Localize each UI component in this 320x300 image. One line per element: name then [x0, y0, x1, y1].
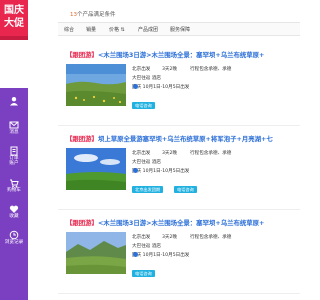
quick-nav-favorites[interactable]: 收藏	[0, 202, 28, 228]
product-title[interactable]: 【跟团游】<木兰围场3日游>木兰围场全景：塞罕坝+乌兰布统草原+	[66, 50, 302, 59]
user-icon	[10, 97, 18, 106]
product-tag: 【跟团游】	[66, 135, 98, 143]
product-thumbnail[interactable]	[66, 232, 126, 274]
quick-nav-history[interactable]: 浏览记录	[0, 228, 28, 254]
sort-arrow-icon: ⇅	[119, 27, 125, 33]
result-count-suffix: 个产品满足条件	[77, 12, 116, 18]
tab-overall[interactable]: 综合	[64, 26, 74, 33]
quick-nav-messages[interactable]: 消息	[0, 118, 28, 144]
phone-consult-button[interactable]: 电话咨询	[132, 270, 155, 277]
logo-line2: 大促	[4, 18, 24, 29]
departure-dates-text: 国庆 10月1日-10月5日出发	[132, 253, 190, 258]
tab-price-label: 价格	[109, 27, 120, 33]
departure-dates-text: 国庆 10月1日-10月5日出发	[132, 169, 190, 174]
duration: 3天2晚	[162, 235, 178, 240]
departure: 北京出发	[132, 67, 151, 72]
product-title-text: 坝上草原全景游塞罕坝+乌兰布统草原+将军泡子+月亮湖+七	[97, 135, 273, 143]
phone-consult-button[interactable]: 电话咨询	[132, 102, 155, 109]
transport-hotel: 大巴往返 酒店	[132, 76, 162, 81]
quick-nav-bar: 消息 订单 账户 购物车 收藏 浏览记录	[0, 88, 28, 300]
quick-nav-account-label: 账户	[9, 161, 19, 166]
route: 行程包含承德、承德	[190, 67, 232, 72]
product-tag: 【跟团游】	[66, 51, 98, 59]
quick-nav-favorites-label: 收藏	[9, 214, 19, 219]
product-card[interactable]: 【跟团游】<木兰围场3日游>木兰围场全景：塞罕坝+乌兰布统草原+ 北京出发 3天2…	[58, 42, 300, 126]
quick-nav-cart-label: 购物车	[7, 188, 21, 193]
departure: 北京出发	[132, 235, 151, 240]
product-card[interactable]: 【跟团游】坝上草原全景游塞罕坝+乌兰布统草原+将军泡子+月亮湖+七 北京出发 3天…	[58, 126, 300, 210]
promo-logo[interactable]: 国庆 大促	[0, 0, 28, 36]
tab-group-tours[interactable]: 产品成团	[138, 26, 158, 33]
quick-nav-cart[interactable]: 购物车	[0, 176, 28, 202]
duration: 3天2晚	[162, 67, 178, 72]
filter-bar: 13个产品满足条件 综合 销量 价格 ⇅ 产品成团 服务保障	[58, 0, 300, 42]
info-dot-icon	[133, 84, 138, 89]
info-dot-icon	[133, 168, 138, 173]
promo-sidebar: 国庆 大促 消息 订单 账户 购物车 收藏 浏览记录	[0, 0, 28, 300]
quick-nav-history-label: 浏览记录	[4, 240, 24, 245]
departure-schedule-button[interactable]: 北京出发团期	[132, 186, 164, 193]
heart-icon	[9, 205, 19, 213]
product-title[interactable]: 【跟团游】<木兰围场3日游>木兰围场全景：塞罕坝+乌兰布统草原+	[66, 218, 302, 227]
result-count-number: 13	[70, 12, 77, 18]
product-thumbnail[interactable]	[66, 148, 126, 190]
product-card[interactable]: 【跟团游】<木兰围场3日游>木兰围场全景：塞罕坝+乌兰布统草原+ 北京出发 3天2…	[58, 210, 300, 294]
product-tag: 【跟团游】	[66, 219, 98, 227]
route: 行程包含承德、承德	[190, 235, 232, 240]
product-title-text: <木兰围场3日游>木兰围场全景：塞罕坝+乌兰布统草原+	[97, 219, 265, 227]
logo-line1: 国庆	[4, 5, 24, 16]
quick-nav-user[interactable]	[0, 94, 28, 120]
logo-stripe	[0, 36, 28, 40]
tab-price[interactable]: 价格 ⇅	[109, 26, 125, 33]
product-thumbnail[interactable]	[66, 64, 126, 106]
quick-nav-messages-label: 消息	[9, 130, 19, 135]
departure: 北京出发	[132, 151, 151, 156]
quick-nav-orders[interactable]: 订单 账户	[0, 144, 28, 170]
history-icon	[9, 230, 19, 240]
product-title[interactable]: 【跟团游】坝上草原全景游塞罕坝+乌兰布统草原+将军泡子+月亮湖+七	[66, 134, 302, 143]
route: 行程包含承德、承德	[190, 151, 232, 156]
product-title-text: <木兰围场3日游>木兰围场全景：塞罕坝+乌兰布统草原+	[97, 51, 265, 59]
order-icon	[10, 146, 18, 156]
message-icon	[9, 121, 19, 129]
product-info: 北京出发 3天2晚 行程包含承德、承德 大巴往返 酒店 国庆 10月1日-10月5日…	[132, 150, 298, 195]
phone-consult-button[interactable]: 电话咨询	[174, 186, 197, 193]
product-info: 北京出发 3天2晚 行程包含承德、承德 大巴往返 酒店 国庆 10月1日-10月5日…	[132, 234, 298, 279]
product-info: 北京出发 3天2晚 行程包含承德、承德 大巴往返 酒店 国庆 10月1日-10月5日…	[132, 66, 298, 111]
sort-tabs: 综合 销量 价格 ⇅ 产品成团 服务保障	[58, 22, 300, 36]
transport-hotel: 大巴往返 酒店	[132, 160, 162, 165]
result-count: 13个产品满足条件	[70, 10, 116, 18]
transport-hotel: 大巴往返 酒店	[132, 244, 162, 249]
info-dot-icon	[133, 252, 138, 257]
departure-dates-text: 国庆 10月1日-10月5日出发	[132, 85, 190, 90]
tab-service[interactable]: 服务保障	[170, 26, 190, 33]
tab-sales[interactable]: 销量	[86, 26, 96, 33]
duration: 3天2晚	[162, 151, 178, 156]
cart-icon	[10, 179, 19, 188]
